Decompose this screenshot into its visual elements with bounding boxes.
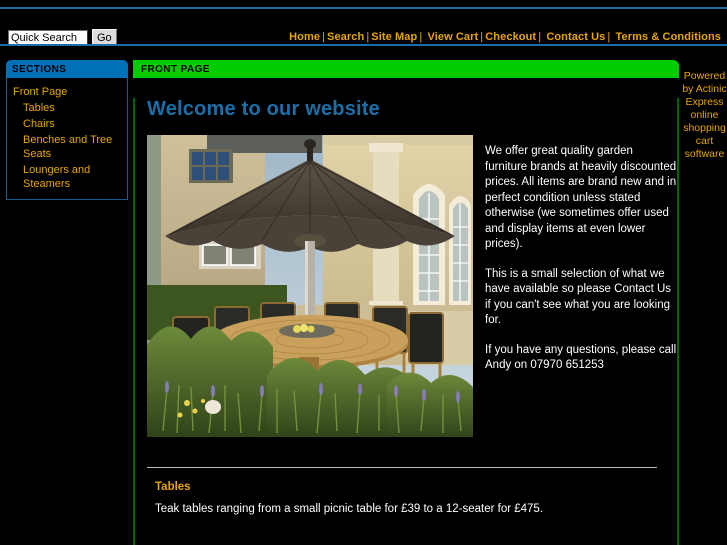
nav-link-contact-us[interactable]: Contact Us [546,31,605,43]
nav-link-site-map[interactable]: Site Map [371,31,417,43]
breadcrumb: FRONT PAGE [133,60,679,78]
sidebar-item-loungers-and-steamers[interactable]: Loungers and Steamers [7,162,127,192]
intro-paragraph-3: If you have any questions, please call A… [485,343,677,372]
intro-row: We offer great quality garden furniture … [147,135,677,437]
nav-link-view-cart[interactable]: View Cart [427,31,478,43]
search-input[interactable] [8,30,88,45]
nav-separator: | [419,31,423,43]
powered-by-text: Powered by Actinic Express online shoppi… [682,70,727,160]
page-root: Go Home|Search|Site Map| View Cart|Check… [0,0,727,545]
nav-separator: | [538,31,542,43]
intro-paragraph-2: This is a small selection of what we hav… [485,267,672,327]
top-navigation: Home | Search | Site Map | View Cart | Checkout… [289,31,721,43]
main-body: Welcome to our website We offer great qu… [133,98,679,545]
intro-text: We offer great quality garden furniture … [485,135,677,437]
sidebar-item-front-page[interactable]: Front Page [7,84,127,100]
nav-separator: | [607,31,611,43]
sidebar-item-tables[interactable]: Tables [7,100,127,116]
section-divider [147,467,657,468]
header-bottom-rule [0,44,727,46]
sidebar-item-benches-and-tree-seats[interactable]: Benches and Tree Seats [7,132,127,162]
nav-link-terms-conditions[interactable]: Terms & Conditions [616,31,722,43]
section-heading-tables: Tables [155,481,191,493]
sidebar-item-chairs[interactable]: Chairs [7,116,127,132]
hero-image [147,135,473,437]
section-text-tables: Teak tables ranging from a small picnic … [155,503,544,515]
nav-link-search[interactable]: Search [327,31,364,43]
site-header: Go Home|Search|Site Map| View Cart|Check… [0,10,727,46]
nav-link-home[interactable]: Home [289,31,320,43]
header-top-rule [0,7,727,9]
sections-list: Front Page Tables Chairs Benches and Tre… [6,78,128,200]
nav-link-checkout[interactable]: Checkout [485,31,536,43]
nav-separator: | [322,31,326,43]
powered-by-sidebar: Powered by Actinic Express online shoppi… [682,70,727,161]
sections-title: SECTIONS [6,60,128,78]
sections-sidebar: SECTIONS Front Page Tables Chairs Benche… [6,60,128,200]
page-title: Welcome to our website [147,98,380,120]
main-content: FRONT PAGE Welcome to our website We off… [133,60,679,545]
intro-paragraph-1: We offer great quality garden furniture … [485,145,677,250]
section-tables: Tables Teak tables ranging from a small … [155,481,677,517]
